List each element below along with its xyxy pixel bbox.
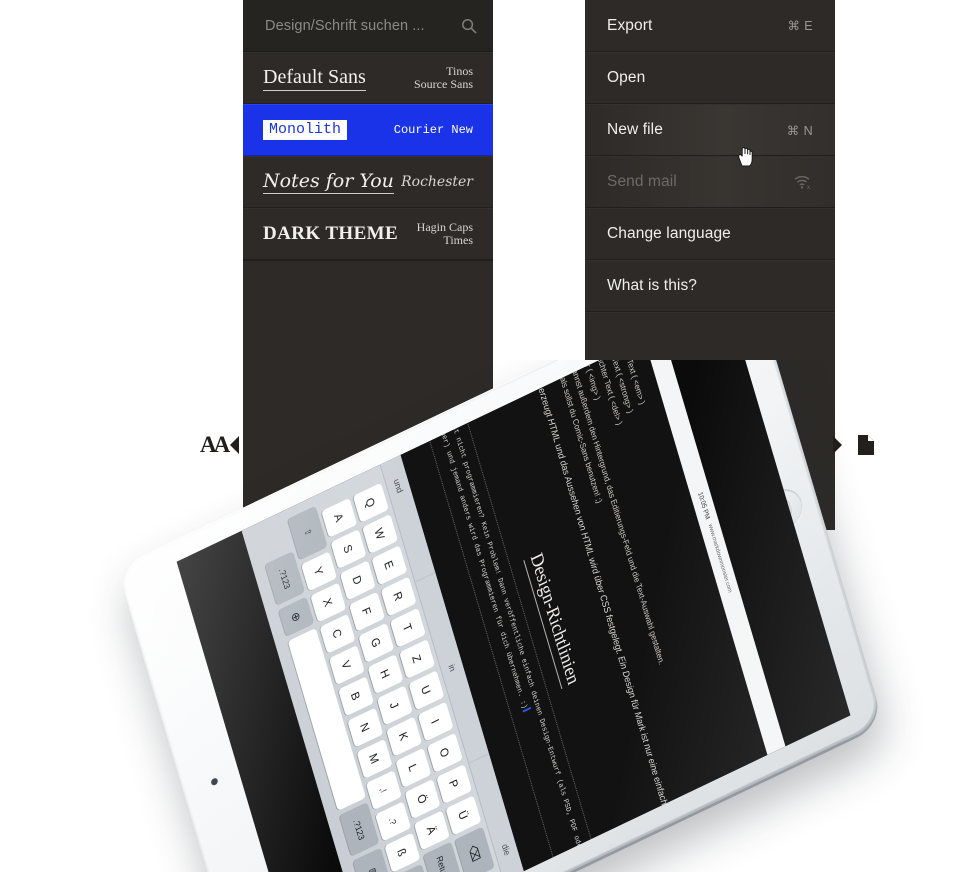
wifi-off-icon: x: [793, 174, 813, 191]
menu-item-shortcut: ⌘ E: [787, 19, 813, 33]
shift-right-key[interactable]: ⇧: [393, 863, 434, 872]
key-v[interactable]: V: [328, 644, 365, 685]
suggestion-3[interactable]: die: [469, 754, 542, 872]
key-umlaut-o[interactable]: Ö: [404, 778, 441, 819]
key-y[interactable]: Y: [300, 550, 337, 591]
theme-font-list: Hagin Caps Times: [416, 220, 473, 247]
space-key[interactable]: [287, 627, 366, 811]
menu-item-label: What is this?: [607, 277, 698, 294]
menu-item-open[interactable]: Open: [585, 52, 835, 104]
key-p[interactable]: P: [436, 763, 472, 804]
theme-row-notes-for-you[interactable]: Notes for You Rochester: [243, 156, 493, 208]
key-x[interactable]: X: [310, 582, 347, 623]
key-h[interactable]: H: [367, 653, 404, 694]
theme-font-list: Tinos Source Sans: [414, 64, 473, 91]
theme-font-list: Rochester: [401, 173, 473, 190]
key-o[interactable]: O: [426, 732, 463, 773]
theme-name: Default Sans: [263, 66, 366, 91]
globe-icon[interactable]: ⊕: [278, 596, 315, 637]
theme-font-list: Courier New: [393, 122, 473, 137]
document-handle[interactable]: [833, 428, 883, 462]
key-g[interactable]: G: [358, 622, 395, 663]
status-battery: 100%: [787, 794, 797, 811]
return-key[interactable]: Return: [422, 841, 464, 872]
key-c[interactable]: C: [319, 613, 356, 654]
theme-search-row[interactable]: [243, 0, 493, 52]
suggestion-2[interactable]: in: [415, 572, 490, 764]
numeric-right-key[interactable]: .?123: [339, 802, 380, 857]
dismiss-keyboard-key[interactable]: ⌨: [352, 847, 393, 872]
menu-item-export[interactable]: Export ⌘ E: [585, 0, 835, 52]
front-camera-icon: [210, 777, 219, 787]
menu-panel-filler: [585, 312, 835, 365]
key-l[interactable]: L: [395, 747, 432, 788]
numeric-left-key[interactable]: .?123: [264, 551, 306, 606]
menu-item-label: Change language: [607, 225, 731, 242]
command-menu-panel: Export ⌘ E Open New file ⌘ N Send mail x…: [585, 0, 835, 530]
key-z[interactable]: Z: [399, 638, 435, 679]
key-j[interactable]: J: [376, 684, 413, 726]
search-icon[interactable]: [461, 18, 477, 34]
key-period-question[interactable]: .?: [374, 800, 411, 841]
search-input[interactable]: [263, 16, 461, 35]
menu-item-what-is-this[interactable]: What is this?: [585, 260, 835, 312]
chevron-left-icon: [227, 430, 240, 460]
menu-item-label: New file: [607, 121, 663, 138]
text-caret: [522, 706, 532, 713]
mouse-cursor-pointing-hand: [736, 145, 754, 167]
theme-name: Monolith: [263, 120, 348, 140]
key-s[interactable]: S: [330, 528, 367, 569]
key-n[interactable]: N: [347, 707, 384, 748]
key-sharp-s[interactable]: ß: [384, 832, 421, 872]
key-b[interactable]: B: [337, 675, 374, 716]
key-i[interactable]: I: [417, 701, 454, 742]
menu-item-send-mail: Send mail x: [585, 156, 835, 208]
typography-handle[interactable]: AA: [200, 428, 250, 462]
chevron-right-icon: [833, 430, 845, 460]
document-title: Design-Richtlinien: [523, 549, 584, 690]
key-umlaut-u[interactable]: Ü: [445, 794, 482, 835]
svg-text:x: x: [807, 185, 810, 190]
theme-picker-panel: Default Sans Tinos Source Sans Monolith …: [243, 0, 493, 530]
status-url: www.markdownmonster.com: [706, 523, 733, 594]
key-u[interactable]: U: [408, 669, 445, 710]
key-umlaut-a[interactable]: Ä: [413, 809, 450, 851]
menu-item-label: Open: [607, 69, 646, 86]
key-k[interactable]: K: [385, 716, 422, 757]
menu-item-label: Export: [607, 16, 653, 34]
key-f[interactable]: F: [348, 591, 385, 632]
document-icon: [857, 434, 875, 456]
menu-item-change-language[interactable]: Change language: [585, 208, 835, 260]
aa-typography-icon: AA: [200, 432, 230, 457]
theme-name: Notes for You: [263, 170, 394, 194]
key-t[interactable]: T: [389, 607, 426, 648]
theme-row-dark-theme[interactable]: DARK THEME Hagin Caps Times: [243, 208, 493, 260]
menu-item-new-file[interactable]: New file ⌘ N: [585, 104, 835, 156]
key-r[interactable]: R: [380, 576, 417, 617]
backspace-key[interactable]: ⌫: [454, 826, 495, 872]
menu-item-label: Send mail: [607, 173, 677, 190]
key-comma-exclaim[interactable]: ,!: [365, 769, 402, 810]
key-m[interactable]: M: [356, 738, 393, 779]
menu-item-shortcut: ⌘ N: [786, 123, 813, 138]
theme-row-default-sans[interactable]: Default Sans Tinos Source Sans: [243, 52, 493, 104]
theme-row-monolith[interactable]: Monolith Courier New: [243, 104, 493, 156]
key-e[interactable]: E: [371, 544, 408, 585]
key-d[interactable]: D: [339, 559, 376, 600]
theme-name: DARK THEME: [263, 223, 399, 244]
panel-divider: [243, 260, 493, 261]
